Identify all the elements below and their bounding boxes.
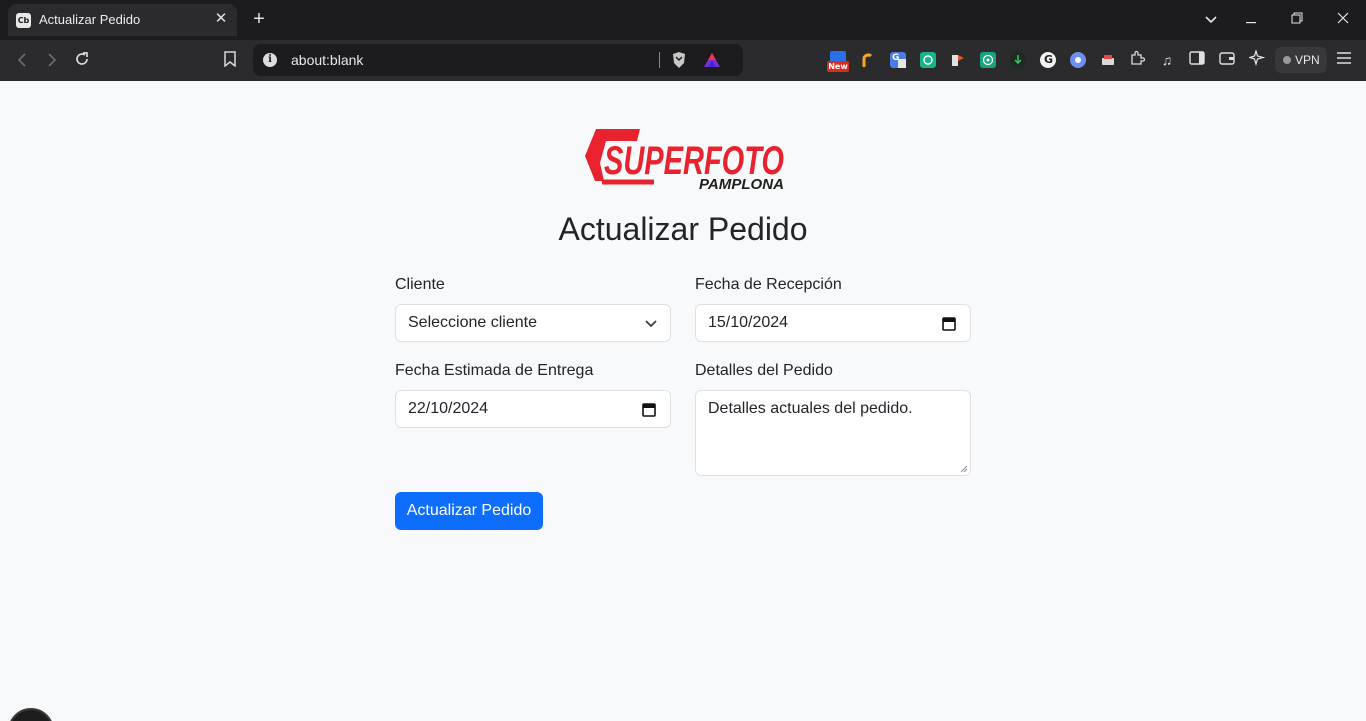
browser-tab-bar: Cb Actualizar Pedido ✕ + [0,0,1366,40]
media-music-icon[interactable]: ♫ [1157,50,1177,70]
tab-favicon-icon: Cb [16,13,31,28]
logo-icon: SUPERFOTO PAMPLONA [585,129,784,193]
fecha-entrega-label: Fecha Estimada de Entrega [395,362,594,379]
tab-search-button[interactable] [1197,6,1225,34]
extensions-puzzle-icon[interactable] [1127,50,1147,70]
extension-new-icon[interactable]: New [827,51,849,72]
detalles-textarea[interactable]: Detalles actuales del pedido. [695,390,971,476]
page-title: Actualizar Pedido [558,211,808,247]
brave-shields-icon[interactable] [671,51,687,69]
minimize-icon [1246,22,1256,24]
close-window-button[interactable] [1329,6,1357,34]
brave-rewards-icon[interactable] [703,51,721,69]
resize-grip-icon[interactable] [960,465,968,473]
browser-menu-button[interactable] [1334,50,1354,70]
new-tab-button[interactable]: + [248,8,270,30]
extension-new-badge: New [827,61,849,72]
fecha-entrega-value: 22/10/2024 [408,400,489,417]
reload-icon [76,52,88,65]
extension-hook-icon[interactable] [860,52,876,68]
extension-flag-icon[interactable] [950,52,966,68]
superfoto-logo: SUPERFOTO PAMPLONA [582,126,786,193]
avatar[interactable] [8,708,54,721]
browser-tab[interactable]: Cb Actualizar Pedido ✕ [8,4,237,36]
forward-arrow-icon [48,53,57,67]
hamburger-menu-icon [1337,52,1351,64]
minimize-button[interactable] [1237,6,1265,34]
fecha-recepcion-label: Fecha de Recepción [695,276,842,293]
fecha-recepcion-value: 15/10/2024 [708,314,789,331]
address-bar[interactable]: i about:blank [253,44,743,76]
actualizar-pedido-button[interactable]: Actualizar Pedido [395,492,543,530]
site-info-icon[interactable]: i [263,53,277,67]
tab-title: Actualizar Pedido [39,12,141,27]
detalles-label: Detalles del Pedido [695,362,833,379]
sidebar-toggle-icon[interactable] [1187,50,1207,70]
extension-refresh-icon[interactable] [920,52,936,68]
wallet-icon[interactable] [1217,50,1237,70]
forward-button[interactable] [39,48,65,74]
cliente-select[interactable]: Seleccione cliente [395,304,671,342]
back-arrow-icon [17,53,26,67]
calendar-icon[interactable] [942,316,956,331]
leo-ai-sparkle-icon[interactable] [1247,48,1267,70]
fecha-entrega-input[interactable]: 22/10/2024 [395,390,671,428]
vpn-label: VPN [1295,53,1320,67]
calendar-icon[interactable] [642,402,656,417]
chevron-down-icon [1205,16,1217,24]
chevron-down-icon [645,320,657,328]
bookmark-icon [224,51,236,68]
back-button[interactable] [9,48,35,74]
close-tab-icon[interactable]: ✕ [211,9,231,29]
close-icon [1337,12,1349,24]
download-extension-icon[interactable] [1010,52,1026,68]
fecha-recepcion-input[interactable]: 15/10/2024 [695,304,971,342]
restore-button[interactable] [1283,6,1311,34]
reload-button[interactable] [69,48,95,74]
cliente-label: Cliente [395,276,445,293]
logo-city-text: PAMPLONA [699,176,784,192]
page-content: SUPERFOTO PAMPLONA Actualizar Pedido Cli… [0,81,1366,721]
vpn-status-icon [1283,56,1291,64]
extension-print-icon[interactable] [1100,52,1116,68]
browser-toolbar: i about:blank New G G ♫ VPN [0,40,1366,81]
vpn-button[interactable]: VPN [1275,47,1327,73]
extension-circle-icon[interactable] [1070,52,1086,68]
bookmark-button[interactable] [217,48,243,74]
cliente-selected-value: Seleccione cliente [408,314,537,331]
detalles-value: Detalles actuales del pedido. [708,400,913,417]
address-divider [659,52,660,68]
address-text[interactable]: about:blank [291,52,363,68]
restore-icon [1291,12,1303,24]
google-translate-icon[interactable]: G [890,52,906,68]
chatgpt-extension-icon[interactable] [980,52,996,68]
extension-g-icon[interactable]: G [1040,52,1056,68]
